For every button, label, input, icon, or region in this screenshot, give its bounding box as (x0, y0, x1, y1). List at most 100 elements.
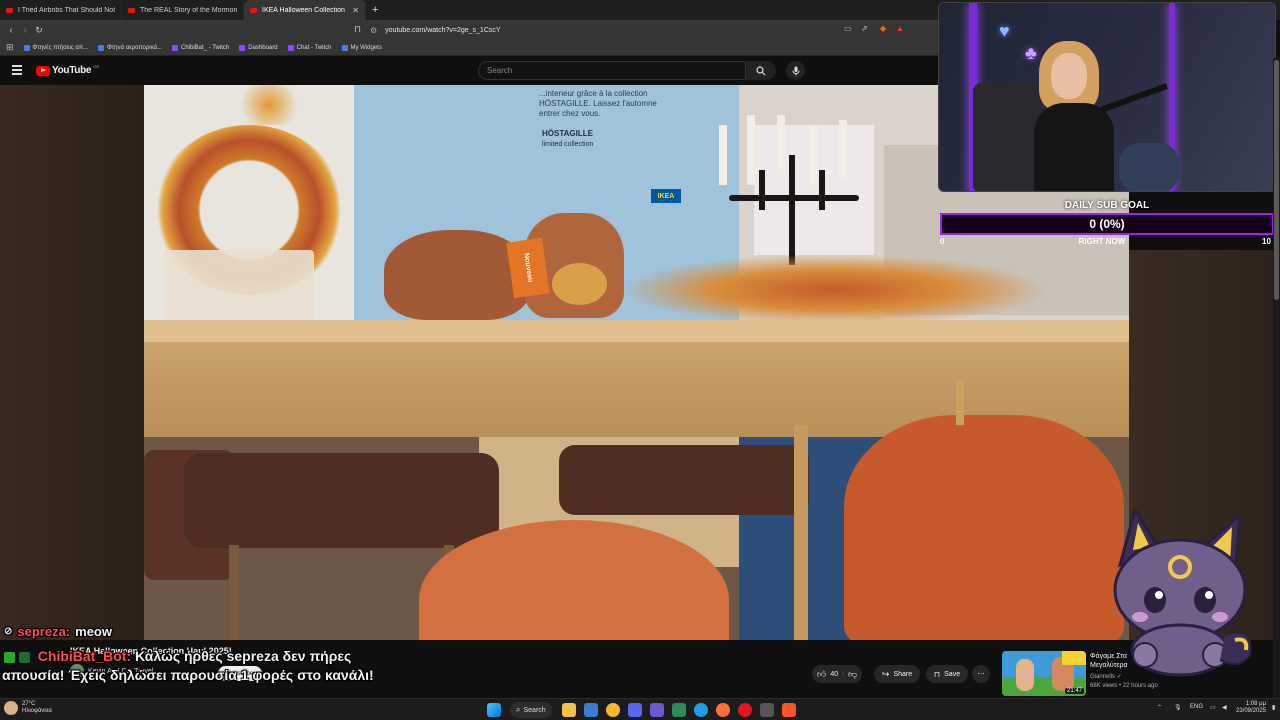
close-tab-icon[interactable]: ✕ (352, 6, 359, 15)
thumbs-up-icon[interactable]: 👍︎ (817, 669, 826, 680)
new-tab-icon[interactable]: + (366, 4, 384, 16)
share-page-icon[interactable]: ⇗ (861, 24, 868, 33)
file-explorer-icon[interactable] (562, 703, 576, 717)
sub-goal-value: 0 (0%) (1089, 217, 1125, 231)
like-dislike-group: 👍︎ 40 | 👎︎ (812, 665, 862, 683)
twitch-icon (287, 44, 294, 51)
search-input[interactable]: Search (478, 61, 746, 80)
youtube-favicon-icon (250, 7, 257, 13)
bookmark-item[interactable]: ChibiBat_ - Twitch (171, 44, 229, 51)
app-icon[interactable] (650, 703, 664, 717)
address-bar[interactable]: ⚙ youtube.com/watch?v=2ge_s_1CscY (370, 24, 910, 36)
apps-grid-icon[interactable]: ⊞ (6, 42, 14, 53)
tab-title: IKEA Halloween Collection Haul 2025! (262, 6, 347, 14)
voice-search-button[interactable] (786, 61, 805, 80)
bookmark-favicon-icon (23, 44, 30, 51)
forward-icon[interactable]: › (18, 25, 32, 36)
more-actions-icon[interactable]: ⋯ (972, 665, 990, 683)
bookmarks-bar: ⊞ Φτηνές πτήσεις απ... Φτηνά αεροπορικά.… (0, 40, 940, 56)
chat-message: ⊘ sepreza: meow (4, 624, 112, 639)
share-icon: ↪ (881, 668, 890, 679)
checkmark-badge-icon (4, 651, 15, 663)
sub-goal-progress-bar: 0 (0%) (940, 213, 1274, 235)
brave-shield-icon[interactable]: ◆ (880, 24, 886, 33)
bookmark-item[interactable]: Φτηνές πτήσεις απ... (23, 44, 88, 51)
taskbar-search-button[interactable]: ⌕ Search (510, 702, 552, 718)
bookmark-item[interactable]: Dashboard (239, 44, 278, 51)
ikea-logo: IKEA (651, 189, 681, 203)
notifications-icon[interactable]: ▮ (1272, 704, 1275, 711)
volume-icon[interactable]: ◀︎ (1222, 704, 1227, 711)
bookmark-favicon-icon (341, 44, 348, 51)
rewards-icon[interactable]: ▲ (896, 24, 904, 33)
back-icon[interactable]: ‹ (4, 25, 18, 36)
neon-bat-icon: ♥ (999, 21, 1010, 41)
youtube-favicon-icon (128, 7, 135, 13)
glass-pumpkin (552, 263, 607, 305)
bot-badge-icon (18, 651, 30, 663)
chair-seat (559, 445, 809, 515)
store-icon[interactable] (584, 703, 598, 717)
opera-icon[interactable] (738, 703, 752, 717)
app-icon[interactable] (760, 703, 774, 717)
language-indicator[interactable]: ENG (1190, 704, 1203, 710)
chair-seat (184, 453, 499, 548)
candelabra (719, 115, 869, 265)
chat-username: sepreza: (17, 624, 71, 639)
twitch-icon (239, 44, 246, 51)
tray-chevron-icon[interactable]: ⌃ (1157, 704, 1162, 711)
bookmark-item[interactable]: My Widgets (341, 44, 382, 51)
share-button[interactable]: ↪ Share (874, 665, 920, 683)
hamburger-menu-icon[interactable] (12, 65, 22, 75)
bookmark-item[interactable]: Φτηνά αεροπορικά... (98, 44, 162, 51)
weather-widget[interactable]: 27°C Ηλιοφάνεια (4, 701, 52, 715)
app-icon[interactable] (672, 703, 686, 717)
table-top (144, 320, 1129, 342)
chat-username: ChibiBat_Bot: (37, 648, 132, 664)
bookmark-item[interactable]: Chat - Twitch (287, 44, 332, 51)
bookmark-icon[interactable]: ⊓ (354, 24, 361, 35)
tab-title: I Tried Airbnbs That Should Not Exist (18, 6, 115, 14)
thumbs-down-icon[interactable]: 👎︎ (848, 669, 857, 680)
gaming-chair (973, 83, 1043, 191)
url-text: youtube.com/watch?v=2ge_s_1CscY (385, 26, 501, 34)
neon-bat-icon: ♣ (1025, 43, 1037, 63)
discord-icon[interactable] (628, 703, 642, 717)
youtube-logo[interactable]: YouTube GR (36, 64, 99, 76)
mic-tray-icon[interactable]: 🎙︎ (1174, 704, 1182, 711)
edge-icon[interactable] (694, 703, 708, 717)
search-icon: ⌕ (516, 705, 521, 714)
like-count[interactable]: 40 (830, 671, 838, 678)
network-icon[interactable]: ▭ (1210, 704, 1216, 711)
browser-tab[interactable]: I Tried Airbnbs That Should Not Exist (0, 0, 122, 20)
page-scrollbar-thumb[interactable] (1274, 60, 1279, 300)
recommended-meta: 68K views • 22 hours ago (1090, 683, 1158, 689)
twitch-icon (171, 44, 178, 51)
sub-goal-max: 10 (1262, 237, 1271, 246)
sub-goal-min: 0 (940, 237, 945, 246)
browser-toolbar: ‹ › ↻ ⊓ ⚙ youtube.com/watch?v=2ge_s_1Csc… (0, 20, 940, 40)
save-button[interactable]: ⊓ Save (926, 665, 968, 683)
search-icon (756, 65, 766, 75)
firefox-icon[interactable] (716, 703, 730, 717)
search-button[interactable] (746, 61, 776, 80)
video-duration: 21:47 (1064, 688, 1084, 694)
table-vases (164, 250, 314, 320)
youtube-header: YouTube GR Search (0, 57, 940, 85)
browser-tab[interactable]: The REAL Story of the Mormon Church (122, 0, 244, 20)
chrome-icon[interactable] (606, 703, 620, 717)
screen-icon[interactable]: ▭ (844, 24, 852, 33)
reload-icon[interactable]: ↻ (32, 25, 46, 36)
streamer-shirt (1034, 103, 1114, 191)
windows-start-icon[interactable] (487, 703, 501, 717)
sign-text: ...inteneur grâce à la collection HÖSTAG… (539, 89, 657, 118)
sub-goal-title: DAILY SUB GOAL (1064, 200, 1150, 211)
browser-tab-active[interactable]: IKEA Halloween Collection Haul 2025! ✕ (244, 0, 366, 20)
ambient-backdrop-left (0, 85, 144, 640)
windows-taskbar: ⌕ Search (0, 698, 1280, 720)
brave-icon[interactable] (782, 703, 796, 717)
clock[interactable]: 1:08 μμ 23/09/2025 (1236, 701, 1266, 715)
recommended-thumbnail[interactable]: 21:47 (1002, 651, 1086, 696)
chat-text: meow (75, 624, 112, 639)
site-info-icon[interactable]: ⚙ (370, 26, 377, 35)
